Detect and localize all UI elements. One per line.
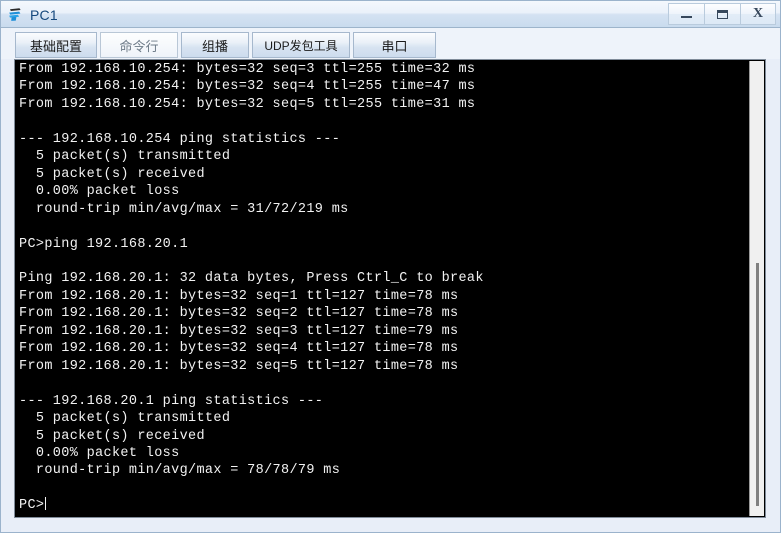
terminal-console[interactable]: From 192.168.10.254: bytes=32 seq=3 ttl=… bbox=[14, 59, 766, 518]
close-icon: X bbox=[752, 6, 764, 21]
pc1-window: PC1 X 基础配置 命令行 组播 UDP发包工具 串口 From 192.16… bbox=[0, 0, 781, 533]
terminal-output: From 192.168.10.254: bytes=32 seq=3 ttl=… bbox=[19, 61, 749, 515]
tab-udp-packet-tool[interactable]: UDP发包工具 bbox=[252, 32, 350, 58]
vertical-scrollbar[interactable] bbox=[749, 61, 764, 516]
tab-serial-port[interactable]: 串口 bbox=[353, 32, 436, 58]
tab-multicast[interactable]: 组播 bbox=[181, 32, 249, 58]
tab-strip: 基础配置 命令行 组播 UDP发包工具 串口 bbox=[1, 28, 780, 59]
scrollbar-thumb[interactable] bbox=[756, 263, 759, 506]
window-bottom-filler bbox=[1, 519, 780, 532]
title-bar-left: PC1 bbox=[7, 1, 58, 28]
close-button[interactable]: X bbox=[740, 3, 776, 25]
terminal-prompt: PC> bbox=[19, 498, 45, 514]
tab-basic-config[interactable]: 基础配置 bbox=[15, 32, 97, 58]
title-bar: PC1 X bbox=[1, 1, 780, 28]
maximize-icon bbox=[717, 9, 728, 19]
minimize-icon bbox=[681, 16, 692, 18]
pc-device-icon bbox=[7, 6, 24, 23]
window-controls: X bbox=[668, 3, 776, 25]
terminal-cursor bbox=[45, 497, 47, 511]
minimize-button[interactable] bbox=[668, 3, 704, 25]
window-title: PC1 bbox=[30, 6, 58, 23]
tab-command-line[interactable]: 命令行 bbox=[100, 32, 178, 58]
tab-list: 基础配置 命令行 组播 UDP发包工具 串口 bbox=[15, 32, 436, 58]
terminal-log-text: From 192.168.10.254: bytes=32 seq=3 ttl=… bbox=[19, 62, 484, 479]
maximize-button[interactable] bbox=[704, 3, 740, 25]
